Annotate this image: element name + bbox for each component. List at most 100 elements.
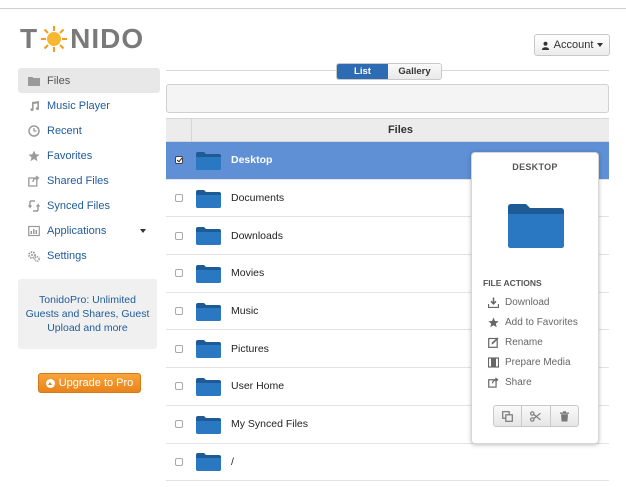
sidebar-item-settings[interactable]: Settings (18, 243, 160, 268)
trash-icon (559, 410, 570, 422)
sidebar-item-shared-files[interactable]: Shared Files (18, 168, 160, 193)
sidebar-item-label: Settings (47, 249, 87, 262)
top-divider (0, 8, 626, 9)
row-checkbox[interactable] (175, 194, 183, 203)
user-icon (541, 41, 550, 50)
file-name[interactable]: Music (231, 305, 258, 317)
delete-button[interactable] (551, 406, 578, 426)
tonido-logo[interactable]: T NIDO (20, 23, 145, 54)
sidebar-item-label: Applications (47, 224, 107, 237)
upgrade-to-pro-button[interactable]: Upgrade to Pro (38, 373, 141, 393)
select-all-column[interactable] (166, 119, 192, 141)
action-label: Add to Favorites (505, 316, 578, 328)
logo-text-prefix: T (20, 23, 39, 54)
prepare-media-action[interactable]: Prepare Media (488, 355, 571, 369)
share-action[interactable]: Share (488, 375, 532, 389)
account-label: Account (553, 39, 594, 51)
file-details-popup: DESKTOP FILE ACTIONS Download Add to Fav… (471, 152, 599, 444)
sidebar-item-label: Recent (47, 124, 82, 137)
file-name[interactable]: Desktop (231, 154, 272, 166)
sidebar-item-label: Favorites (47, 149, 93, 162)
pro-promo-box[interactable]: TonidoPro: Unlimited Guests and Shares, … (18, 279, 157, 349)
table-header: Files (166, 118, 609, 142)
apps-icon (28, 225, 40, 237)
download-action[interactable]: Download (488, 295, 549, 309)
file-name[interactable]: Movies (231, 267, 264, 279)
folder-icon (196, 264, 221, 283)
folder-icon (196, 302, 221, 321)
file-ops-button-group (493, 405, 579, 427)
view-toggle: List Gallery (336, 63, 442, 80)
path-bar[interactable] (166, 84, 609, 113)
file-name[interactable]: / (231, 456, 234, 468)
edit-icon (488, 337, 499, 348)
file-name[interactable]: Pictures (231, 343, 269, 355)
rename-action[interactable]: Rename (488, 335, 543, 349)
folder-icon (506, 201, 566, 249)
sidebar-item-files[interactable]: Files (18, 68, 160, 93)
files-column-header[interactable]: Files (192, 119, 609, 141)
action-label: Download (505, 296, 550, 308)
sidebar-nav: Files Music Player Recent Favorites Shar… (18, 68, 160, 268)
row-checkbox[interactable] (175, 269, 183, 278)
action-label: Share (505, 376, 532, 388)
sync-icon (28, 199, 40, 212)
sidebar-item-music-player[interactable]: Music Player (18, 93, 160, 118)
file-name[interactable]: Documents (231, 192, 284, 204)
clock-icon (28, 124, 40, 137)
folder-icon (28, 75, 40, 87)
row-checkbox[interactable] (175, 344, 183, 353)
copy-icon (502, 410, 514, 422)
folder-icon (196, 226, 221, 246)
folder-icon (196, 415, 221, 434)
sidebar-item-label: Synced Files (47, 199, 110, 212)
file-name[interactable]: My Synced Files (231, 418, 308, 430)
sidebar-item-label: Music Player (47, 99, 110, 112)
music-note-icon (28, 100, 40, 112)
upgrade-label: Upgrade to Pro (58, 377, 134, 389)
chevron-down-icon (597, 43, 604, 47)
film-icon (488, 356, 499, 368)
row-checkbox[interactable] (175, 231, 183, 240)
add-to-favorites-action[interactable]: Add to Favorites (488, 315, 578, 329)
sidebar-item-label: Shared Files (47, 174, 109, 187)
folder-icon (196, 189, 221, 208)
row-checkbox[interactable] (175, 307, 183, 316)
table-row[interactable]: / (166, 444, 609, 482)
action-label: Rename (505, 336, 543, 348)
file-name[interactable]: Downloads (231, 230, 283, 242)
sidebar-item-applications[interactable]: Applications (18, 218, 160, 243)
star-icon (28, 150, 40, 162)
folder-icon (196, 151, 221, 170)
row-checkbox[interactable] (175, 156, 183, 165)
download-icon (488, 297, 499, 308)
star-icon (488, 316, 499, 328)
file-actions-heading: FILE ACTIONS (483, 278, 542, 288)
scissors-icon (530, 410, 542, 422)
arrow-up-circle-icon (45, 378, 55, 388)
chevron-down-icon[interactable] (140, 228, 146, 233)
promo-text: TonidoPro: Unlimited Guests and Shares, … (25, 294, 150, 334)
gallery-view-button[interactable]: Gallery (388, 64, 441, 79)
row-checkbox[interactable] (175, 457, 183, 466)
file-name[interactable]: User Home (231, 380, 284, 392)
list-view-button[interactable]: List (337, 64, 388, 79)
folder-icon (196, 339, 221, 359)
share-icon (28, 174, 40, 187)
gears-icon (28, 250, 40, 262)
row-checkbox[interactable] (175, 382, 183, 391)
action-label: Prepare Media (505, 356, 571, 368)
sidebar-item-recent[interactable]: Recent (18, 118, 160, 143)
copy-button[interactable] (494, 406, 523, 426)
sidebar-item-label: Files (47, 74, 71, 87)
sidebar-item-synced-files[interactable]: Synced Files (18, 193, 160, 218)
sun-logo-icon (39, 24, 69, 54)
folder-icon (196, 452, 221, 472)
logo-text-suffix: NIDO (70, 23, 145, 54)
cut-button[interactable] (522, 406, 551, 426)
share-icon (488, 376, 499, 388)
folder-icon (196, 377, 221, 396)
account-menu-button[interactable]: Account (534, 34, 610, 56)
sidebar-item-favorites[interactable]: Favorites (18, 143, 160, 168)
row-checkbox[interactable] (175, 420, 183, 429)
